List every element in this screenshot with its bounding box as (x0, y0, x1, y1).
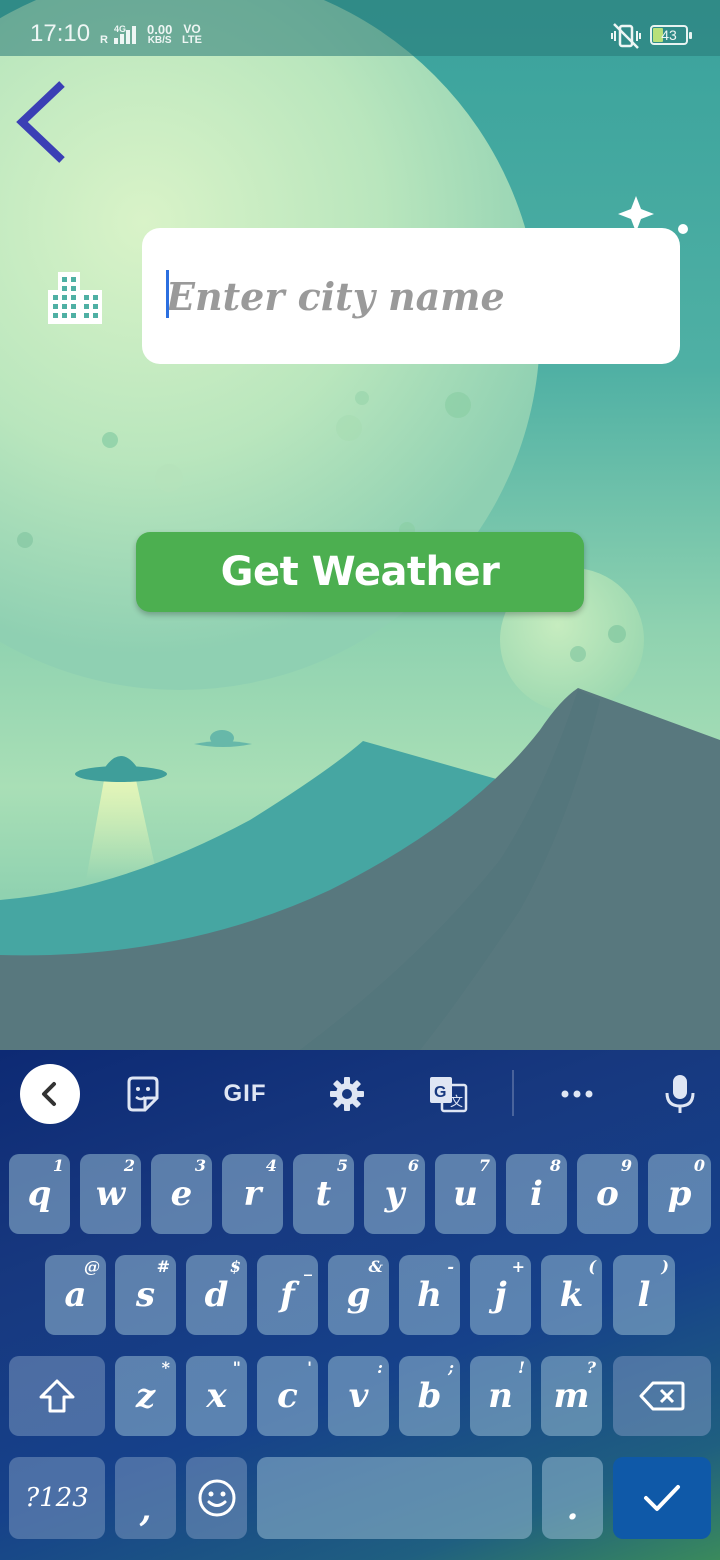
key-t[interactable]: 5t (293, 1154, 354, 1234)
battery-indicator: 43 (650, 25, 692, 45)
city-buildings-icon (48, 272, 102, 324)
checkmark-icon (644, 1485, 680, 1511)
signal-icon (114, 26, 136, 44)
key-e[interactable]: 3e (151, 1154, 212, 1234)
key-g[interactable]: & g (328, 1255, 389, 1335)
key-k[interactable]: (k (541, 1255, 602, 1335)
key-c[interactable]: ' c (257, 1356, 318, 1436)
key-d[interactable]: $ d (186, 1255, 247, 1335)
background-illustration (0, 0, 720, 1050)
symbols-label: ?123 (25, 1483, 89, 1513)
back-button[interactable] (12, 76, 72, 168)
chevron-left-icon (16, 81, 65, 163)
microphone-icon (665, 1075, 695, 1113)
emoji-key[interactable] (186, 1457, 247, 1539)
status-time: 17:10 (30, 20, 91, 47)
status-bar: 17:10 4G R 0.00 KB/S VO LTE 43 (0, 0, 720, 56)
backspace-key[interactable] (613, 1356, 711, 1436)
key-r[interactable]: 4r (222, 1154, 283, 1234)
symbols-key[interactable]: ?123 (9, 1457, 105, 1539)
key-x[interactable]: " x (186, 1356, 247, 1436)
key-v[interactable]: :v (328, 1356, 389, 1436)
key-y[interactable]: 6y (364, 1154, 425, 1234)
gear-icon (330, 1077, 364, 1111)
key-z[interactable]: * z (115, 1356, 176, 1436)
key-n[interactable]: ! n (470, 1356, 531, 1436)
svg-text:文: 文 (450, 1095, 463, 1110)
key-p[interactable]: 0p (648, 1154, 711, 1234)
key-s[interactable]: # s (115, 1255, 176, 1335)
key-l[interactable]: ) l (613, 1255, 675, 1335)
emoji-icon (198, 1479, 235, 1517)
keyboard-toolbar: GIF G 文 (0, 1050, 720, 1140)
volte-indicator: VO LTE (182, 22, 202, 46)
key-u[interactable]: 7u (435, 1154, 496, 1234)
key-i[interactable]: 8i (506, 1154, 567, 1234)
key-a[interactable]: @ a (45, 1255, 106, 1335)
shift-key[interactable] (9, 1356, 105, 1436)
sticker-icon (127, 1076, 159, 1112)
space-key[interactable] (257, 1457, 532, 1539)
backspace-icon (639, 1381, 685, 1411)
data-rate: 0.00 KB/S (147, 22, 173, 46)
moon-landscape-illustration (0, 0, 720, 1050)
key-q[interactable]: 1q (9, 1154, 70, 1234)
key-h[interactable]: -h (399, 1255, 460, 1335)
settings-button[interactable] (325, 1074, 369, 1114)
translate-icon: G 文 (430, 1077, 468, 1113)
translate-button[interactable]: G 文 (426, 1074, 470, 1114)
text-cursor (166, 270, 169, 318)
gif-button[interactable]: GIF (220, 1074, 270, 1114)
key-f[interactable]: _ f (257, 1255, 318, 1335)
vibrate-off-icon (611, 23, 641, 49)
shift-icon (39, 1379, 75, 1413)
key-o[interactable]: 9o (577, 1154, 638, 1234)
soft-keyboard: GIF G 文 1 q 2 w 3 e 4 r 5 t 6 y 7 u 8 i … (0, 1050, 720, 1560)
key-w[interactable]: 2w (80, 1154, 141, 1234)
keyboard-collapse-button[interactable] (20, 1064, 80, 1124)
city-name-input[interactable] (142, 228, 680, 364)
key-j[interactable]: + j (470, 1255, 531, 1335)
svg-text:G: G (434, 1084, 446, 1101)
toolbar-divider (512, 1070, 514, 1116)
get-weather-button[interactable]: Get Weather (136, 532, 584, 612)
key-b[interactable]: ; b (399, 1356, 460, 1436)
comma-key[interactable]: , (115, 1457, 176, 1539)
chevron-left-icon (42, 1082, 56, 1106)
more-options-button[interactable] (555, 1074, 599, 1114)
key-m[interactable]: ? m (541, 1356, 602, 1436)
gif-label: GIF (223, 1080, 267, 1107)
voice-input-button[interactable] (658, 1074, 702, 1114)
more-horizontal-icon (561, 1090, 593, 1098)
sticker-button[interactable] (121, 1074, 165, 1114)
period-key[interactable]: . (542, 1457, 603, 1539)
battery-level: 43 (661, 27, 677, 43)
enter-key[interactable] (613, 1457, 711, 1539)
